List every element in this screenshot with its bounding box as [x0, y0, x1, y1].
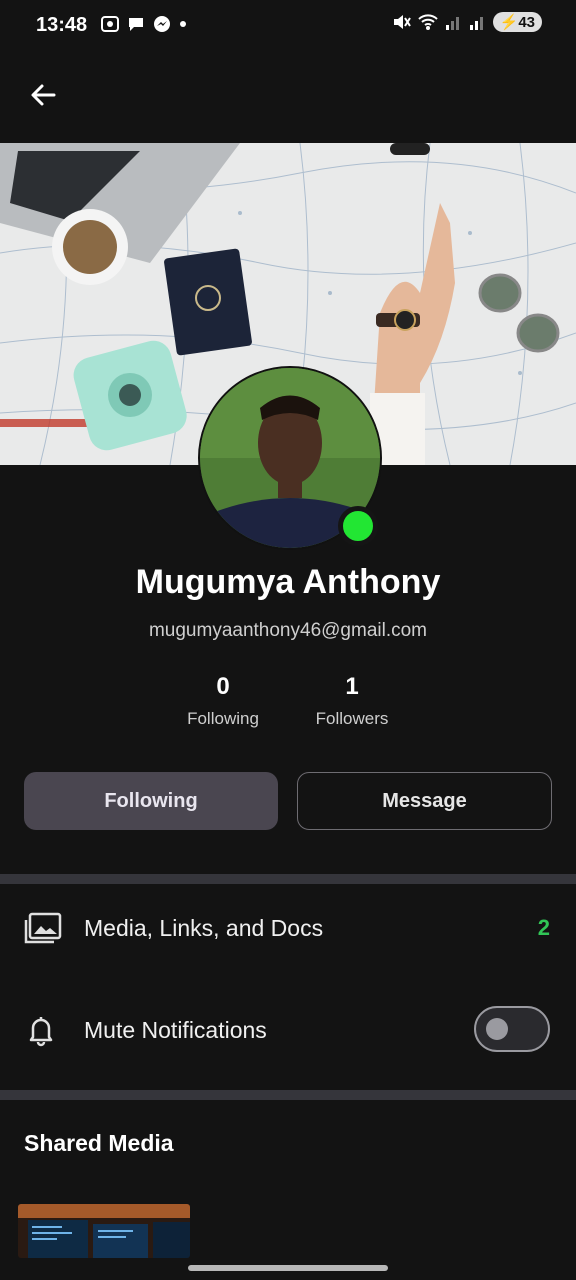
status-time: 13:48	[36, 14, 88, 36]
wifi-icon	[417, 14, 438, 30]
messenger-icon	[154, 16, 170, 32]
signal-icon-2	[469, 17, 483, 30]
mute-icon	[393, 15, 411, 29]
media-count-badge: 2	[537, 915, 550, 940]
mute-notifications-label: Mute Notifications	[84, 1016, 267, 1043]
shared-media-thumbnail[interactable]	[18, 1204, 190, 1258]
battery-indicator: ⚡43	[492, 12, 542, 32]
stat-followers-label: Followers	[315, 709, 389, 728]
profile-email: mugumyaanthony46@gmail.com	[148, 620, 428, 641]
media-links-docs-label: Media, Links, and Docs	[84, 914, 324, 941]
screenshot-icon	[101, 16, 119, 32]
profile-name: Mugumya Anthony	[135, 563, 441, 601]
media-links-docs-row[interactable]: Media, Links, and Docs 2	[0, 893, 576, 963]
stat-following[interactable]: 0 Following	[153, 673, 293, 729]
chat-icon	[129, 18, 143, 31]
stat-following-count: 0	[216, 673, 230, 700]
toggle-knob	[486, 1018, 508, 1040]
system-icons: ⚡43	[391, 12, 542, 32]
section-divider	[0, 874, 576, 884]
mute-notifications-toggle[interactable]	[474, 1006, 550, 1052]
dot-icon	[180, 21, 186, 27]
online-status-indicator	[338, 506, 378, 546]
stat-followers[interactable]: 1 Followers	[282, 673, 422, 729]
following-button[interactable]: Following	[24, 772, 278, 830]
message-button[interactable]: Message	[297, 772, 552, 830]
stat-followers-count: 1	[345, 673, 359, 700]
shared-media-title: Shared Media	[24, 1130, 174, 1156]
stat-following-label: Following	[187, 709, 259, 728]
battery-level: 43	[518, 14, 535, 31]
section-divider-2	[0, 1090, 576, 1100]
notification-icons	[100, 14, 188, 34]
media-gallery-icon	[24, 912, 62, 944]
signal-icon	[445, 17, 459, 30]
status-bar: 13:48 ⚡43	[0, 0, 576, 50]
bell-icon	[29, 1017, 53, 1047]
back-arrow-icon[interactable]	[26, 78, 60, 112]
home-indicator[interactable]	[188, 1265, 388, 1271]
